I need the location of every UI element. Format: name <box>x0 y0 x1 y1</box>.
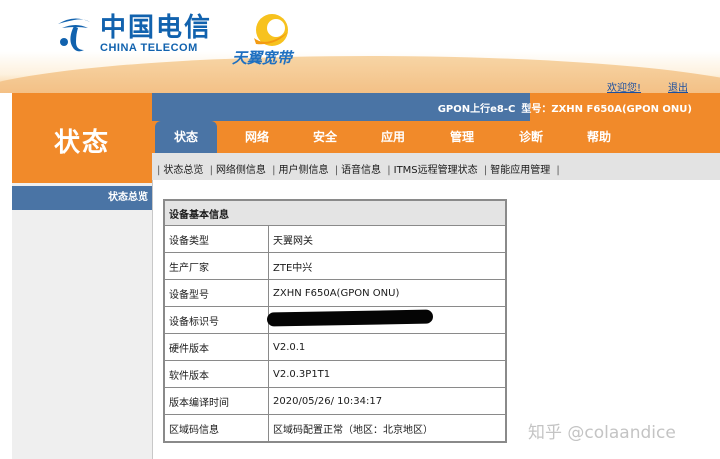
china-telecom-logo: 中国电信 CHINA TELECOM <box>54 12 212 56</box>
tianyi-brand-text: 天翼宽带 <box>232 49 293 67</box>
tab-security[interactable]: 安全 <box>296 121 354 153</box>
china-telecom-emblem-icon <box>58 18 90 52</box>
brand-en-text: CHINA TELECOM <box>100 42 198 54</box>
device-info-text: GPON上行e8-C 型号：ZXHN F650A(GPON ONU) <box>432 100 692 115</box>
row-value: 天翼网关 <box>268 225 507 253</box>
subnav-status-overview[interactable]: 状态总览 <box>163 165 203 176</box>
row-label: 软件版本 <box>163 360 269 388</box>
subnav-network-info[interactable]: 网络侧信息 <box>216 165 266 176</box>
table-title: 设备基本信息 <box>163 199 507 226</box>
table-row: 设备类型 天翼网关 <box>163 225 507 253</box>
row-label: 设备类型 <box>163 225 269 253</box>
row-value: 区域码配置正常（地区：北京地区） <box>268 414 507 443</box>
table-row: 设备型号 ZXHN F650A(GPON ONU) <box>163 279 507 307</box>
tab-application[interactable]: 应用 <box>364 121 422 153</box>
tab-management[interactable]: 管理 <box>433 121 491 153</box>
redaction-mark <box>266 309 434 327</box>
gpon-label: GPON上行e8-C <box>437 104 516 115</box>
row-label: 设备标识号 <box>163 306 269 334</box>
model-label: 型号：ZXHN F650A(GPON ONU) <box>521 104 692 115</box>
table-row: 版本编译时间 2020/05/26/ 10:34:17 <box>163 387 507 415</box>
tab-diagnosis[interactable]: 诊断 <box>502 121 560 153</box>
row-label: 硬件版本 <box>163 333 269 361</box>
row-label: 设备型号 <box>163 279 269 307</box>
row-value: ZXHN F650A(GPON ONU) <box>268 279 507 307</box>
logout-link[interactable]: 退出 <box>668 79 688 94</box>
sidebar <box>12 183 152 459</box>
tab-status[interactable]: 状态 <box>155 121 217 153</box>
subnav-itms-status[interactable]: ITMS远程管理状态 <box>394 165 478 176</box>
watermark: 知乎 @colaandice <box>528 423 676 443</box>
tab-network[interactable]: 网络 <box>228 121 286 153</box>
row-value: V2.0.3P1T1 <box>268 360 507 388</box>
table-row: 生产厂家 ZTE中兴 <box>163 252 507 280</box>
table-row: 硬件版本 V2.0.1 <box>163 333 507 361</box>
subnav-smart-app[interactable]: 智能应用管理 <box>490 165 550 176</box>
row-label: 区域码信息 <box>163 414 269 443</box>
row-label: 版本编译时间 <box>163 387 269 415</box>
table-row: 区域码信息 区域码配置正常（地区：北京地区） <box>163 414 507 443</box>
table-row: 软件版本 V2.0.3P1T1 <box>163 360 507 388</box>
page-title: 状态 <box>53 128 110 158</box>
row-value: V2.0.1 <box>268 333 507 361</box>
brand-cn-text: 中国电信 <box>100 13 213 43</box>
tab-help[interactable]: 帮助 <box>570 121 628 153</box>
subnav-user-info[interactable]: 用户侧信息 <box>279 165 329 176</box>
welcome-link[interactable]: 欢迎您! <box>607 79 641 94</box>
row-value: 2020/05/26/ 10:34:17 <box>268 387 507 415</box>
sidebar-item-status-overview[interactable]: 状态总览 <box>12 186 152 210</box>
row-value: ZTE中兴 <box>268 252 507 280</box>
subnav-voice-info[interactable]: 语音信息 <box>341 165 381 176</box>
row-label: 生产厂家 <box>163 252 269 280</box>
sub-nav: | 状态总览 | 网络侧信息 | 用户侧信息 | 语音信息 | ITMS远程管理状态 | 智… <box>157 165 560 176</box>
table-header-row: 设备基本信息 <box>163 199 507 226</box>
